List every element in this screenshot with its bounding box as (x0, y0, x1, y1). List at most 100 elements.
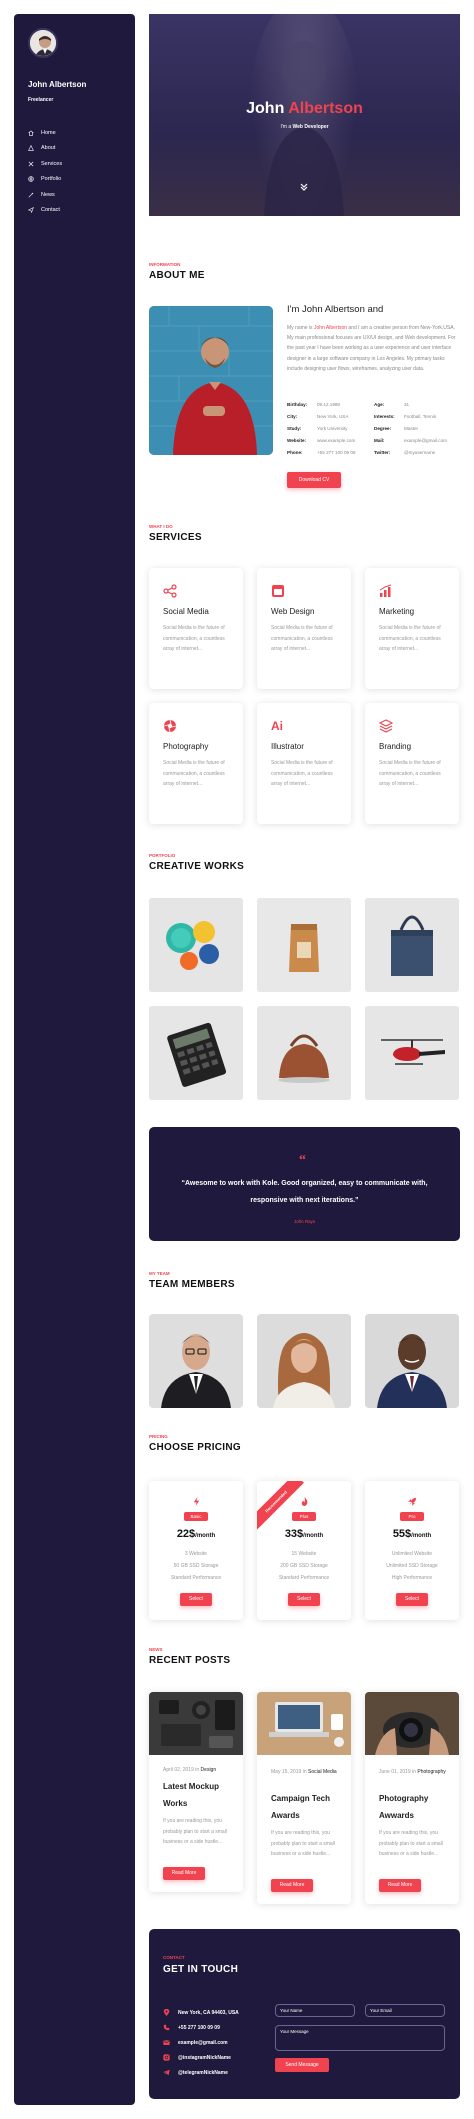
nav-portfolio[interactable]: Portfolio (28, 172, 128, 188)
info-study: Study: York University (287, 426, 348, 431)
news-title: RECENT POSTS (149, 1655, 231, 1666)
plan-feature: Standard Performance (278, 1575, 330, 1581)
service-title: Marketing (379, 607, 415, 616)
service-card: Ai Illustrator Social Media is the futur… (257, 703, 351, 824)
post-excerpt: If you are reading this, you probably pl… (271, 1830, 335, 1858)
service-title: Social Media (163, 607, 209, 616)
recommended-ribbon: Recommended (257, 1481, 304, 1530)
info-birthday: Birthday: 09.12.1988 (287, 402, 340, 407)
contact-phone: +55 277 100 09 09 (163, 2024, 220, 2031)
info-interests: Interests: Football, Tennis (374, 414, 437, 419)
sidebar: John Albertson Freelancer Home About Ser… (14, 14, 135, 2105)
about-paragraph: My name is John Albertson and I am a cre… (287, 325, 456, 372)
avatar (28, 28, 58, 58)
nav-news[interactable]: News (28, 187, 128, 203)
browser-icon (272, 585, 284, 597)
select-plan-button[interactable]: Select (396, 1593, 428, 1606)
email-input[interactable]: Your Email (365, 2004, 445, 2017)
info-twitter: Twitter: @myusername (374, 450, 436, 455)
plan-feature: High Performance (391, 1575, 433, 1581)
handbag-image[interactable] (257, 1006, 351, 1100)
contact-eyebrow: CONTACT (163, 1955, 185, 1960)
service-desc: Social Media is the future of communicat… (271, 625, 333, 653)
sidebar-role: Freelancer (28, 97, 54, 103)
post-title[interactable]: Photography Awwards (379, 1790, 449, 1824)
post-title[interactable]: Latest Mockup Works (163, 1778, 233, 1812)
team-member-photo[interactable] (257, 1314, 351, 1408)
news-eyebrow: NEWS (149, 1647, 163, 1652)
plan-feature: Unlimited Website (391, 1551, 433, 1557)
service-title: Illustrator (271, 742, 304, 751)
plan-feature: Standard Performance (170, 1575, 222, 1581)
download-cv-button[interactable]: Download CV (287, 472, 341, 488)
telegram-icon (163, 2069, 170, 2076)
services-title: SERVICES (149, 532, 202, 543)
plan-feature: 3 Website (184, 1551, 208, 1557)
about-title: ABOUT ME (149, 270, 205, 281)
contact-title: GET IN TOUCH (163, 1964, 239, 1975)
team-member-photo[interactable] (149, 1314, 243, 1408)
blog-post-card: June 01, 2019 in Photography Photography… (365, 1692, 459, 1904)
globe-icon (28, 176, 34, 183)
service-desc: Social Media is the future of communicat… (379, 625, 441, 653)
sidebar-name: John Albertson (28, 80, 87, 89)
helicopter-image[interactable] (365, 1006, 459, 1100)
read-more-button[interactable]: Read More (379, 1879, 421, 1892)
info-age: Age: 31 (374, 402, 410, 407)
read-more-button[interactable]: Read More (271, 1879, 313, 1892)
coffee-bag-image[interactable] (257, 898, 351, 992)
post-image[interactable] (149, 1692, 243, 1755)
nav-about[interactable]: About (28, 141, 128, 157)
post-image[interactable] (257, 1692, 351, 1755)
chevron-down-icon[interactable] (299, 182, 309, 192)
plan-feature: 15 Website (291, 1551, 317, 1557)
about-heading: I'm John Albertson and (287, 304, 384, 315)
service-title: Branding (379, 742, 412, 751)
info-phone: Phone: +55 277 100 09 09 (287, 450, 356, 455)
service-desc: Social Media is the future of communicat… (163, 760, 225, 788)
hero-title: John Albertson (246, 100, 363, 117)
calculator-image[interactable] (149, 1006, 243, 1100)
pricing-eyebrow: PRICING (149, 1434, 168, 1439)
message-textarea[interactable]: Your Message (275, 2025, 445, 2051)
team-member-photo[interactable] (365, 1314, 459, 1408)
quote-icon: “ (299, 1153, 306, 1168)
mail-icon (163, 2040, 170, 2045)
plan-price: 33$/month (284, 1528, 324, 1540)
color-bowls-image[interactable] (149, 898, 243, 992)
read-more-button[interactable]: Read More (163, 1867, 205, 1880)
nav-services[interactable]: Services (28, 156, 128, 172)
pricing-card: Pro 55$/month Unlimited Website Unlimite… (365, 1481, 459, 1620)
select-plan-button[interactable]: Select (288, 1593, 320, 1606)
instagram-icon (163, 2054, 170, 2061)
send-message-button[interactable]: Send Message (275, 2058, 329, 2072)
pen-icon (28, 192, 34, 198)
nav-label: About (41, 145, 56, 152)
hero-subtitle: I'm a Web Developer (280, 124, 329, 130)
testimonial: “ “Awesome to work with Kole. Good organ… (149, 1127, 460, 1241)
post-meta: June 01, 2019 in Photography (379, 1769, 446, 1775)
info-website: Website: www.example.com (287, 438, 356, 443)
nav-contact[interactable]: Contact (28, 203, 128, 219)
contact-section: CONTACT GET IN TOUCH New York, CA 94403,… (149, 1929, 460, 2099)
contact-instagram: @instagramNickName (163, 2054, 231, 2061)
service-card: Web Design Social Media is the future of… (257, 568, 351, 689)
service-desc: Social Media is the future of communicat… (271, 760, 333, 788)
service-desc: Social Media is the future of communicat… (379, 760, 441, 788)
aperture-icon (163, 719, 177, 733)
fire-icon (301, 1497, 308, 1506)
nav-home[interactable]: Home (28, 125, 128, 141)
info-mail: Mail: example@gmail.com (374, 438, 447, 443)
send-icon (28, 207, 34, 214)
plan-feature: Unlimited SSD Storage (386, 1563, 438, 1569)
post-image[interactable] (365, 1692, 459, 1755)
select-plan-button[interactable]: Select (180, 1593, 212, 1606)
name-input[interactable]: Your Name (275, 2004, 355, 2017)
about-photo (149, 306, 273, 455)
hero-banner: John Albertson I'm a Web Developer (149, 14, 460, 216)
tote-bag-image[interactable] (365, 898, 459, 992)
chart-icon (379, 584, 392, 597)
services-eyebrow: WHAT I DO (149, 524, 173, 529)
post-title[interactable]: Campaign Tech Awards (271, 1790, 341, 1824)
plan-price: 55$/month (392, 1528, 432, 1540)
